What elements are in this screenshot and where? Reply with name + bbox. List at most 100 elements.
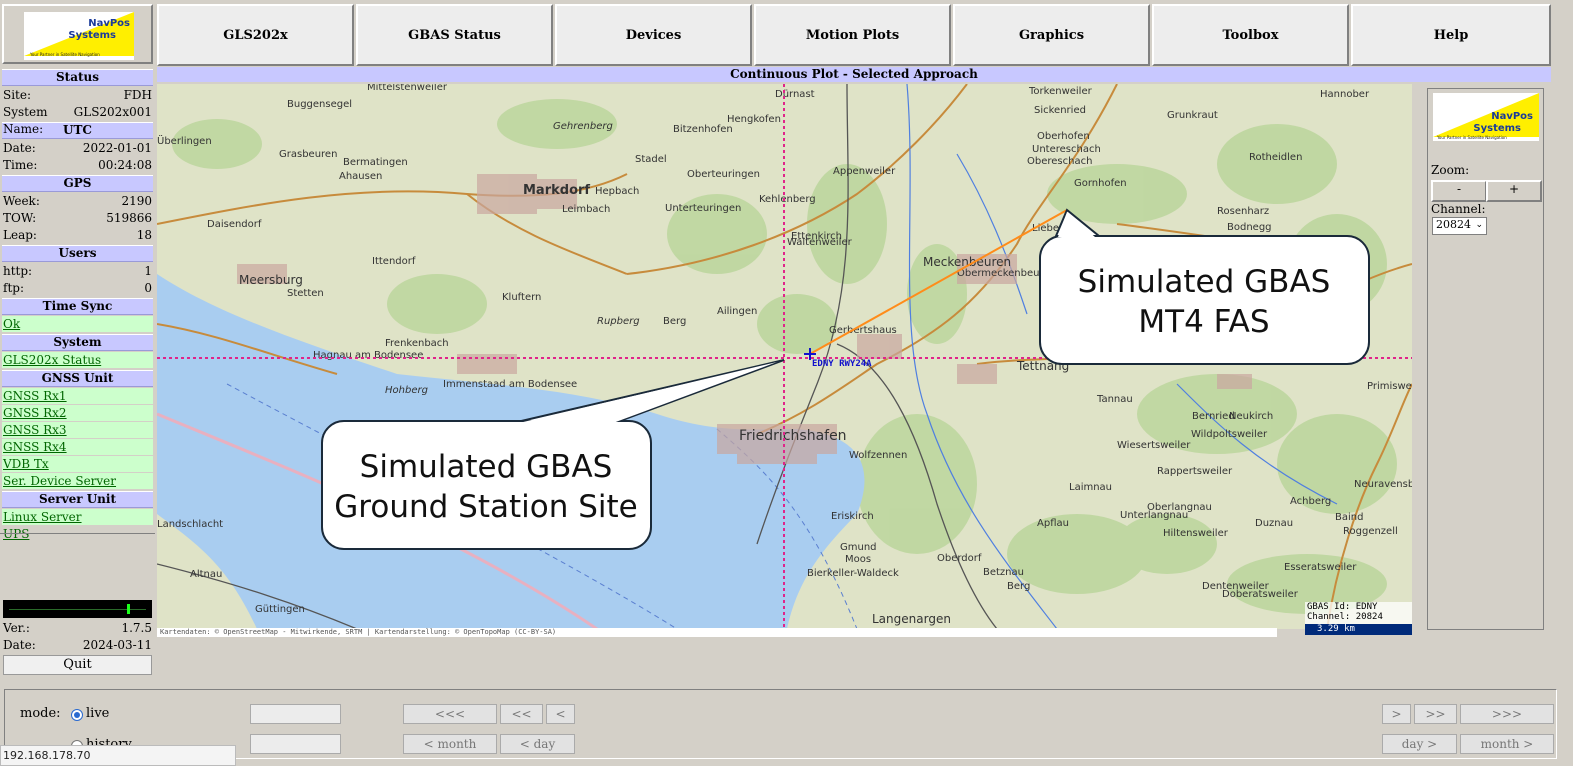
quit-button[interactable]: Quit [3,655,152,675]
step-forward-button[interactable]: > [1382,704,1411,724]
gnss-rx1-link[interactable]: GNSS Rx1 [2,388,153,405]
svg-text:Oberteuringen: Oberteuringen [687,169,760,180]
svg-text:Betznau: Betznau [983,567,1024,578]
version-date-row: Date: 2024-03-11 [0,637,155,654]
svg-text:Hannober: Hannober [1320,89,1370,100]
site-label: Site: [3,88,32,102]
svg-text:Doberatsweiler: Doberatsweiler [1222,589,1299,600]
back-button[interactable]: << [500,704,543,724]
live-label: live [86,706,110,721]
date-label: Date: [3,141,36,155]
channel-value: 20824 [1436,218,1471,231]
callout-station-line1: Simulated GBAS [360,449,613,485]
svg-text:Kehlenberg: Kehlenberg [759,194,816,205]
svg-text:Sickenried: Sickenried [1034,105,1086,116]
gnss-rx2-link[interactable]: GNSS Rx2 [2,405,153,422]
svg-text:Wiesertsweiler: Wiesertsweiler [1117,440,1191,451]
time-navigation-panel: mode: live history <<< << < < month < da… [4,689,1557,759]
svg-text:Unterteuringen: Unterteuringen [665,203,741,214]
svg-text:Dürnast: Dürnast [775,89,815,100]
version-label: Ver.: [3,621,30,635]
svg-text:Buggensegel: Buggensegel [287,99,352,110]
mode-label: mode: [20,706,61,721]
svg-text:Immenstaad am Bodensee: Immenstaad am Bodensee [443,379,577,390]
far-back-button[interactable]: <<< [403,704,497,724]
version-row: Ver.: 1.7.5 [0,620,155,637]
nav-devices[interactable]: Devices [555,4,752,66]
svg-text:Hiltensweiler: Hiltensweiler [1163,528,1229,539]
nav-help[interactable]: Help [1351,4,1551,66]
svg-text:Obereschach: Obereschach [1027,156,1092,167]
section-system: System [2,334,153,351]
ups-link[interactable]: UPS [2,526,153,543]
svg-text:Rappertsweiler: Rappertsweiler [1157,466,1233,477]
channel-select[interactable]: 20824 ⌄ [1432,217,1487,235]
section-gps: GPS [2,175,153,192]
svg-text:Gerbertshaus: Gerbertshaus [829,325,897,336]
svg-text:Ailingen: Ailingen [717,306,757,317]
day-forward-button[interactable]: day > [1382,734,1457,754]
gbas-id: GBAS Id: EDNY [1307,602,1378,612]
month-back-button[interactable]: < month [403,734,497,754]
nav-motion-plots[interactable]: Motion Plots [754,4,951,66]
plot-title: Continuous Plot - Selected Approach [157,67,1551,82]
far-forward-button[interactable]: >>> [1460,704,1554,724]
map-canvas: Mittelstenweiler Buggensegel Überlingen Gr… [157,84,1412,629]
callout-fas-line2: MT4 FAS [1138,304,1269,340]
svg-text:Überlingen: Überlingen [157,134,212,147]
live-radio[interactable] [71,709,83,721]
time-sync-link[interactable]: Ok [2,316,153,333]
section-time-sync: Time Sync [2,298,153,315]
leap-row: Leap: 18 [0,227,155,244]
svg-text:Oberdorf: Oberdorf [937,553,982,564]
svg-text:Stadel: Stadel [635,154,667,165]
svg-text:Eriskirch: Eriskirch [831,511,874,522]
map-scale: 3.29 km [1305,624,1412,635]
section-gnss-unit: GNSS Unit [2,370,153,387]
day-back-button[interactable]: < day [500,734,575,754]
gnss-rx4-link[interactable]: GNSS Rx4 [2,439,153,456]
svg-text:Meersburg: Meersburg [239,273,303,287]
svg-text:Baind: Baind [1335,512,1363,523]
system-name-value: GLS202x001 [73,105,152,119]
ser-device-server-link[interactable]: Ser. Device Server [2,473,153,490]
system-status-link[interactable]: GLS202x Status [2,352,153,369]
svg-text:Bermatingen: Bermatingen [343,157,408,168]
time-value: 00:24:08 [98,158,152,172]
svg-text:Leimbach: Leimbach [562,204,610,215]
nav-gbas-status[interactable]: GBAS Status [356,4,553,66]
zoom-label: Zoom: [1431,163,1470,177]
nav-toolbox[interactable]: Toolbox [1152,4,1349,66]
svg-text:Berg: Berg [663,316,686,327]
month-forward-button[interactable]: month > [1460,734,1554,754]
station-label: EDNY RWY24A [812,359,872,369]
svg-text:Rupberg: Rupberg [597,316,640,327]
svg-text:Grunkraut: Grunkraut [1167,110,1218,121]
svg-text:Laimnau: Laimnau [1069,482,1112,493]
start-input[interactable] [250,704,341,724]
approach-map[interactable]: Mittelstenweiler Buggensegel Überlingen Gr… [157,84,1412,629]
map-attribution: Kartendaten: © OpenStreetMap - Mitwirken… [157,628,1277,637]
callout-fas-line1: Simulated GBAS [1078,264,1331,300]
version-date-label: Date: [3,638,36,652]
vdb-tx-link[interactable]: VDB Tx [2,456,153,473]
svg-text:Rotheidlen: Rotheidlen [1249,152,1302,163]
nav-gls202x[interactable]: GLS202x [157,4,354,66]
section-status: Status [2,69,153,86]
step-back-button[interactable]: < [546,704,575,724]
gnss-rx3-link[interactable]: GNSS Rx3 [2,422,153,439]
zoom-in-button[interactable]: + [1486,180,1542,202]
nav-graphics[interactable]: Graphics [953,4,1150,66]
channel-label: Channel: [1431,202,1486,216]
ftp-row: ftp: 0 [0,280,155,297]
end-input[interactable] [250,734,341,754]
svg-text:Apflau: Apflau [1037,518,1069,529]
svg-text:Neukirch: Neukirch [1229,411,1273,422]
map-controls: NavPos Systems Your Partner in Satellite… [1427,88,1544,630]
svg-text:Gornhofen: Gornhofen [1074,178,1127,189]
logo-small-line2: Systems [1473,123,1521,134]
forward-button[interactable]: >> [1414,704,1457,724]
zoom-out-button[interactable]: - [1431,180,1487,202]
gbas-info: GBAS Id: EDNY Channel: 20824 [1305,602,1412,624]
linux-server-link[interactable]: Linux Server [2,509,153,526]
